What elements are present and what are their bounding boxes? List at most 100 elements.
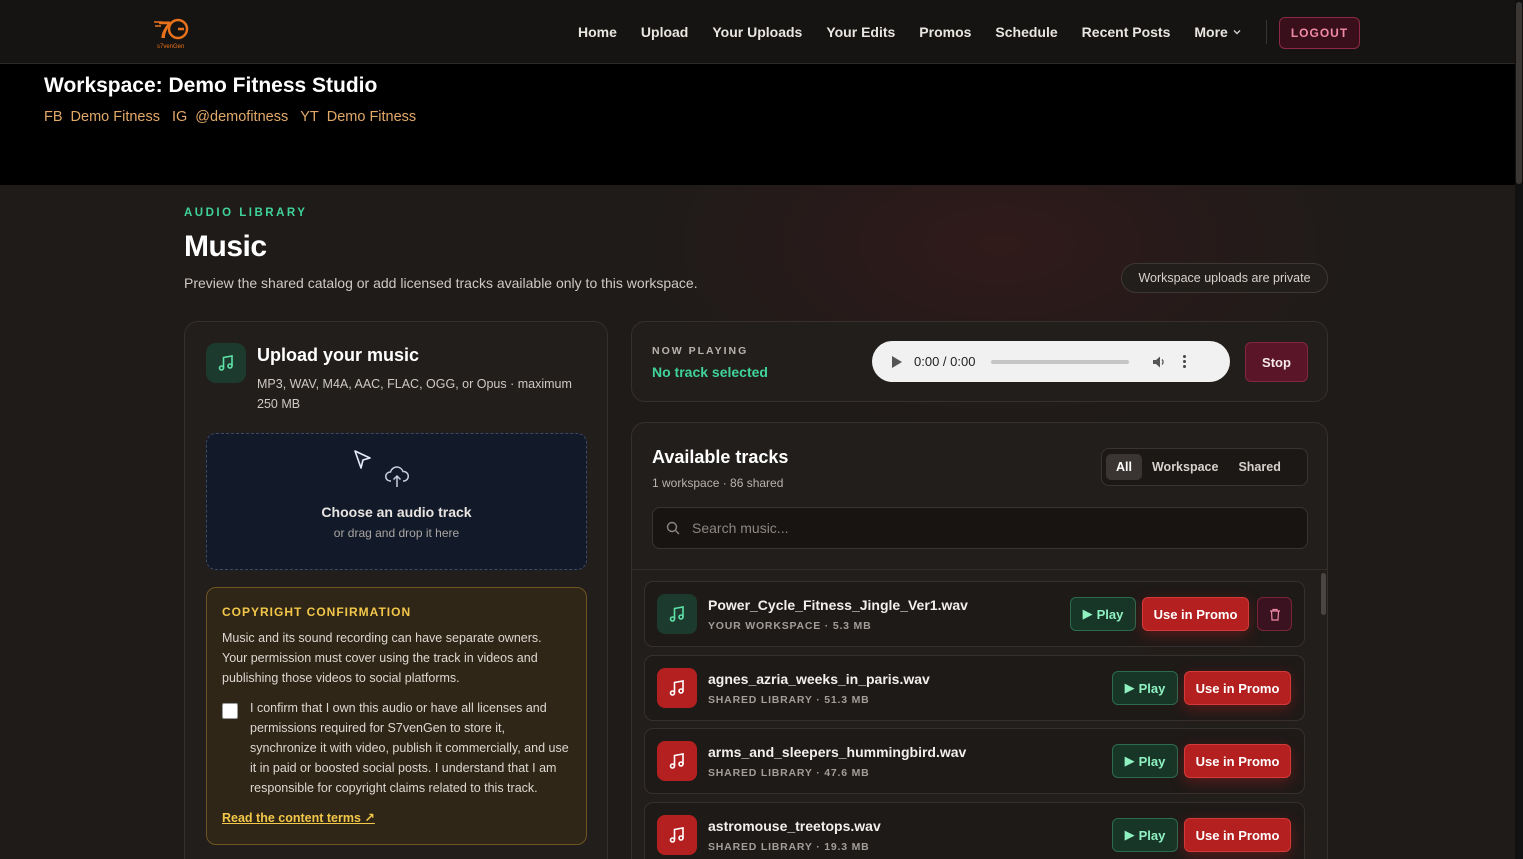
play-icon: ▶ bbox=[1082, 606, 1093, 621]
now-playing-card: NOW PLAYING No track selected 0:00 / 0:0… bbox=[631, 321, 1328, 402]
track-name: agnes_azria_weeks_in_paris.wav bbox=[708, 671, 930, 687]
dropzone-title: Choose an audio track bbox=[321, 504, 472, 520]
track-row: agnes_azria_weeks_in_paris.wav SHARED LI… bbox=[644, 655, 1305, 721]
top-nav: 7 s7venGen Home Upload Your Uploads Your… bbox=[0, 0, 1515, 64]
logout-button[interactable]: LOGOUT bbox=[1279, 17, 1360, 49]
nav-upload[interactable]: Upload bbox=[629, 24, 700, 40]
player-play-icon[interactable] bbox=[892, 355, 902, 368]
player-options-icon[interactable] bbox=[1183, 355, 1187, 368]
upload-card: Upload your music MP3, WAV, M4A, AAC, FL… bbox=[184, 321, 608, 859]
private-badge: Workspace uploads are private bbox=[1121, 263, 1328, 293]
search-input[interactable] bbox=[692, 520, 1252, 536]
play-button[interactable]: ▶ Play bbox=[1112, 744, 1178, 778]
play-label: Play bbox=[1096, 606, 1124, 622]
track-row: arms_and_sleepers_hummingbird.wav SHARED… bbox=[644, 728, 1305, 794]
music-note-icon bbox=[206, 343, 246, 383]
play-icon: ▶ bbox=[1124, 753, 1135, 768]
nav-links: Home Upload Your Uploads Your Edits Prom… bbox=[566, 0, 1254, 64]
now-playing-label: NOW PLAYING bbox=[652, 345, 749, 357]
volume-icon[interactable] bbox=[1151, 354, 1167, 370]
use-in-promo-button[interactable]: Use in Promo bbox=[1184, 818, 1291, 852]
workspace-socials: FB Demo Fitness IG @demofitness YT Demo Fit… bbox=[44, 109, 416, 125]
use-in-promo-button[interactable]: Use in Promo bbox=[1142, 597, 1249, 631]
chevron-down-icon bbox=[1233, 30, 1241, 35]
upload-title: Upload your music bbox=[257, 345, 420, 365]
copyright-body: Music and its sound recording can have s… bbox=[222, 631, 542, 685]
copyright-checkbox[interactable] bbox=[222, 703, 238, 719]
copyright-confirmation: COPYRIGHT CONFIRMATION Music and its sou… bbox=[206, 587, 587, 845]
nav-recent-posts[interactable]: Recent Posts bbox=[1070, 24, 1183, 40]
copyright-confirm-text: I confirm that I own this audio or have … bbox=[250, 701, 569, 795]
play-button[interactable]: ▶ Play bbox=[1112, 818, 1178, 852]
tracks-count: 1 workspace · 86 shared bbox=[652, 476, 784, 490]
track-meta: SHARED LIBRARY · 51.3 MB bbox=[708, 694, 870, 706]
music-note-icon bbox=[657, 594, 697, 634]
track-row: astromouse_treetops.wav SHARED LIBRARY ·… bbox=[644, 802, 1305, 859]
search-icon bbox=[666, 521, 680, 535]
track-meta: SHARED LIBRARY · 47.6 MB bbox=[708, 767, 870, 779]
player-progress[interactable] bbox=[991, 359, 1130, 364]
nav-home[interactable]: Home bbox=[566, 24, 629, 40]
delete-button[interactable] bbox=[1257, 597, 1292, 631]
search-box bbox=[652, 507, 1308, 549]
cursor-icon bbox=[354, 450, 371, 469]
play-label: Play bbox=[1138, 827, 1166, 843]
track-meta: SHARED LIBRARY · 19.3 MB bbox=[708, 841, 870, 853]
social-youtube[interactable]: YT Demo Fitness bbox=[300, 109, 416, 125]
use-in-promo-button[interactable]: Use in Promo bbox=[1184, 744, 1291, 778]
stop-button[interactable]: Stop bbox=[1245, 342, 1308, 382]
play-button[interactable]: ▶ Play bbox=[1112, 671, 1178, 705]
social-name: Demo Fitness bbox=[326, 109, 417, 125]
workspace-title: Workspace: Demo Fitness Studio bbox=[44, 74, 378, 97]
play-icon: ▶ bbox=[1124, 680, 1135, 695]
filter-all[interactable]: All bbox=[1106, 454, 1142, 480]
section-eyebrow: AUDIO LIBRARY bbox=[184, 207, 308, 219]
cloud-upload-icon bbox=[385, 466, 410, 487]
nav-more[interactable]: More bbox=[1182, 24, 1253, 40]
filter-shared[interactable]: Shared bbox=[1228, 454, 1290, 480]
music-note-icon bbox=[657, 815, 697, 855]
play-button[interactable]: ▶ Play bbox=[1070, 597, 1136, 631]
nav-promos[interactable]: Promos bbox=[907, 24, 983, 40]
play-label: Play bbox=[1138, 680, 1166, 696]
music-note-icon bbox=[657, 668, 697, 708]
nav-more-label: More bbox=[1194, 24, 1228, 40]
social-instagram[interactable]: IG @demofitness bbox=[172, 109, 288, 125]
filter-workspace[interactable]: Workspace bbox=[1142, 454, 1228, 480]
content-terms-link[interactable]: Read the content terms ↗ bbox=[222, 810, 375, 825]
track-row: Power_Cycle_Fitness_Jingle_Ver1.wav YOUR… bbox=[644, 581, 1305, 647]
player-time: 0:00 / 0:00 bbox=[914, 354, 976, 369]
track-name: Power_Cycle_Fitness_Jingle_Ver1.wav bbox=[708, 597, 968, 613]
nav-your-edits[interactable]: Your Edits bbox=[814, 24, 907, 40]
audio-player: 0:00 / 0:00 bbox=[872, 341, 1230, 382]
track-name: arms_and_sleepers_hummingbird.wav bbox=[708, 744, 967, 760]
tracks-title: Available tracks bbox=[652, 447, 789, 467]
page-scrollbar[interactable] bbox=[1515, 0, 1523, 859]
nav-divider bbox=[1266, 20, 1267, 44]
dropzone-subtitle: or drag and drop it here bbox=[333, 526, 460, 540]
play-icon: ▶ bbox=[1124, 827, 1135, 842]
track-name: astromouse_treetops.wav bbox=[708, 818, 881, 834]
music-note-icon bbox=[657, 741, 697, 781]
social-tag: FB bbox=[44, 109, 63, 125]
audio-dropzone[interactable]: Choose an audio track or drag and drop i… bbox=[206, 433, 587, 570]
logo[interactable]: 7 s7venGen bbox=[154, 12, 194, 50]
track-filter: All Workspace Shared bbox=[1101, 448, 1308, 486]
page-scrollbar-thumb[interactable] bbox=[1516, 2, 1522, 184]
svg-text:s7venGen: s7venGen bbox=[157, 44, 184, 50]
page-description: Preview the shared catalog or add licens… bbox=[184, 275, 698, 291]
list-divider bbox=[632, 569, 1327, 570]
page-title: Music bbox=[184, 230, 267, 263]
nav-schedule[interactable]: Schedule bbox=[983, 24, 1069, 40]
now-playing-value: No track selected bbox=[652, 364, 768, 380]
track-list-scrollbar[interactable] bbox=[1321, 573, 1326, 615]
social-name: Demo Fitness bbox=[70, 109, 160, 125]
upload-formats: MP3, WAV, M4A, AAC, FLAC, OGG, or Opus ·… bbox=[257, 377, 572, 411]
social-facebook[interactable]: FB Demo Fitness bbox=[44, 109, 160, 125]
social-tag: IG bbox=[171, 109, 188, 125]
social-name: @demofitness bbox=[195, 109, 289, 125]
track-meta: YOUR WORKSPACE · 5.3 MB bbox=[708, 620, 872, 632]
copyright-title: COPYRIGHT CONFIRMATION bbox=[222, 605, 412, 619]
nav-your-uploads[interactable]: Your Uploads bbox=[700, 24, 814, 40]
use-in-promo-button[interactable]: Use in Promo bbox=[1184, 671, 1291, 705]
